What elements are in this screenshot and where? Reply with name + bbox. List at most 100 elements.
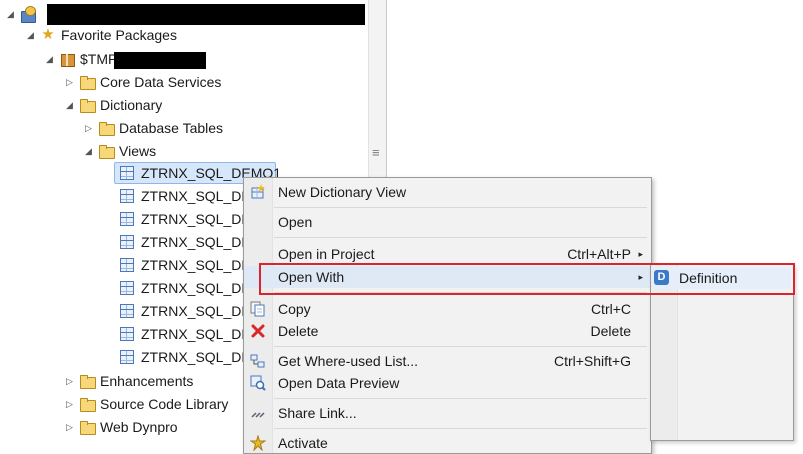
view-table-icon: [120, 350, 134, 364]
menu-item-shortcut: Ctrl+Alt+P: [567, 246, 631, 262]
tree-item-enhancements[interactable]: ▷ Enhancements: [63, 370, 193, 392]
tree-item-label: Views: [119, 143, 157, 159]
menu-item-label: New Dictionary View: [278, 184, 407, 200]
open-with-submenu: D Definition: [650, 264, 794, 441]
collapse-toggle-icon[interactable]: ◢: [82, 146, 95, 157]
tree-item-label: ZTRNX_SQL_DE: [141, 234, 251, 250]
menu-item-shortcut: Delete: [590, 323, 631, 339]
collapse-toggle-icon[interactable]: ◢: [43, 54, 56, 65]
collapse-toggle-icon[interactable]: ◢: [24, 30, 37, 41]
tree-item-source-code-library[interactable]: ▷ Source Code Library: [63, 393, 228, 415]
where-used-icon: [250, 353, 266, 369]
view-table-icon: [120, 189, 134, 203]
menu-separator: [274, 428, 647, 429]
tree-item-label: Web Dynpro: [100, 419, 178, 435]
project-icon: [20, 6, 36, 23]
tree-item-label: Database Tables: [119, 120, 224, 136]
menu-item-label: Definition: [679, 270, 738, 286]
tree-item-label: $TMP: [80, 51, 118, 67]
menu-item-label: Share Link...: [278, 405, 357, 421]
menu-item-shortcut: Ctrl+C: [590, 301, 631, 317]
folder-icon: [98, 120, 115, 136]
submenu-arrow-icon: ▸: [638, 248, 643, 259]
tree-item-view[interactable]: ZTRNX_SQL_DE: [118, 323, 251, 345]
tree-item-label: ZTRNX_SQL_DE: [141, 211, 251, 227]
menu-item-get-where-used-list[interactable]: Get Where-used List... Ctrl+Shift+G: [244, 350, 651, 372]
tree-item-view[interactable]: ZTRNX_SQL_DE: [118, 254, 251, 276]
redacted-block: [114, 52, 206, 69]
tree-item-view[interactable]: ZTRNX_SQL_DE: [118, 208, 251, 230]
new-view-icon: [250, 184, 266, 200]
menu-item-label: Open Data Preview: [278, 375, 400, 391]
view-table-icon: [120, 281, 134, 295]
expand-toggle-icon[interactable]: ▷: [63, 399, 76, 410]
data-preview-icon: [250, 375, 266, 391]
context-menu: New Dictionary View Open Open in Project…: [243, 177, 652, 454]
menu-item-label: Get Where-used List...: [278, 353, 419, 369]
expand-toggle-icon[interactable]: ▷: [63, 422, 76, 433]
menu-item-label: Copy: [278, 301, 311, 317]
tree-item-web-dynpro[interactable]: ▷ Web Dynpro: [63, 416, 178, 438]
share-link-icon: [250, 405, 266, 421]
star-icon: ★: [41, 26, 55, 43]
collapse-toggle-icon[interactable]: ◢: [4, 9, 17, 20]
tree-item-label: ZTRNX_SQL_DE: [141, 349, 251, 365]
submenu-item-definition[interactable]: D Definition: [652, 267, 791, 289]
folder-icon: [79, 74, 96, 90]
menu-item-open[interactable]: Open: [244, 211, 651, 233]
expand-toggle-icon[interactable]: ▷: [63, 77, 76, 88]
tree-item-core-data-services[interactable]: ▷ Core Data Services: [63, 71, 221, 93]
menu-item-share-link[interactable]: Share Link...: [244, 402, 651, 424]
copy-icon: [250, 301, 266, 317]
menu-separator: [274, 346, 647, 347]
tree-item-view[interactable]: ZTRNX_SQL_DE: [118, 277, 251, 299]
menu-item-activate[interactable]: Activate: [244, 432, 651, 454]
view-table-icon: [120, 212, 134, 226]
folder-icon: [79, 97, 96, 113]
menu-item-open-with[interactable]: Open With ▸: [244, 266, 651, 288]
tree-item-views[interactable]: ◢ Views: [82, 140, 156, 162]
menu-item-delete[interactable]: Delete Delete: [244, 320, 651, 342]
splitter-grip-icon[interactable]: ≡: [372, 146, 380, 159]
activate-icon: [249, 434, 267, 452]
menu-item-copy[interactable]: Copy Ctrl+C: [244, 298, 651, 320]
expand-toggle-icon[interactable]: ▷: [82, 123, 95, 134]
tree-item-label: ZTRNX_SQL_DE: [141, 257, 251, 273]
folder-icon: [98, 143, 115, 159]
expand-toggle-icon[interactable]: ▷: [63, 376, 76, 387]
tree-item-label: Source Code Library: [100, 396, 229, 412]
tree-item-view[interactable]: ZTRNX_SQL_DE: [118, 346, 251, 368]
menu-separator: [274, 207, 647, 208]
tree-item-view[interactable]: ZTRNX_SQL_DE: [118, 300, 251, 322]
collapse-toggle-icon[interactable]: ◢: [63, 100, 76, 111]
tree-item-label: Core Data Services: [100, 74, 222, 90]
menu-item-shortcut: Ctrl+Shift+G: [553, 353, 631, 369]
tree-item-label: Dictionary: [100, 97, 163, 113]
tree-item-dictionary[interactable]: ◢ Dictionary: [63, 94, 162, 116]
menu-separator: [274, 292, 647, 293]
tree-item-view[interactable]: ZTRNX_SQL_DE: [118, 185, 251, 207]
folder-icon: [79, 419, 96, 435]
menu-item-label: Delete: [278, 323, 319, 339]
definition-icon: D: [654, 270, 669, 285]
menu-item-label: Open: [278, 214, 313, 230]
folder-icon: [79, 373, 96, 389]
tree-item-label: ZTRNX_SQL_DE: [141, 303, 251, 319]
menu-item-label: Open in Project: [278, 246, 375, 262]
package-icon: [59, 51, 75, 67]
menu-item-open-data-preview[interactable]: Open Data Preview: [244, 372, 651, 394]
submenu-arrow-icon: ▸: [638, 271, 643, 282]
menu-icon-gutter: [651, 265, 678, 440]
menu-item-label: Open With: [278, 269, 345, 285]
tree-item-database-tables[interactable]: ▷ Database Tables: [82, 117, 223, 139]
menu-item-new-dictionary-view[interactable]: New Dictionary View: [244, 181, 651, 203]
view-table-icon: [120, 166, 134, 180]
tree-item-project[interactable]: ◢: [4, 3, 41, 25]
view-table-icon: [120, 258, 134, 272]
tree-item-label: ZTRNX_SQL_DE: [141, 280, 251, 296]
tree-item-tmp-package[interactable]: ◢ $TMP: [43, 48, 117, 70]
tree-item-view[interactable]: ZTRNX_SQL_DE: [118, 231, 251, 253]
view-table-icon: [120, 304, 134, 318]
tree-item-favorite-packages[interactable]: ◢ ★ Favorite Packages: [24, 24, 177, 46]
menu-item-open-in-project[interactable]: Open in Project Ctrl+Alt+P ▸: [244, 243, 651, 265]
